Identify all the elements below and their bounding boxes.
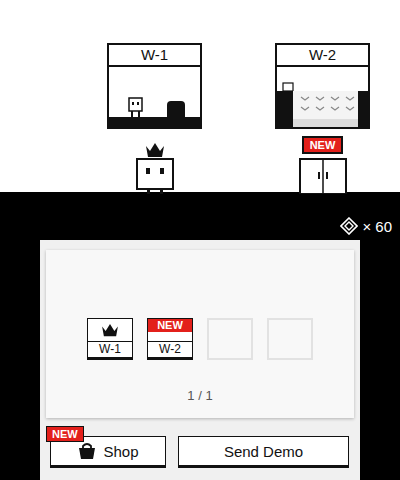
world-marker: NEW	[302, 136, 344, 158]
stage-preview-icon	[109, 67, 200, 127]
world-label: W-1	[109, 45, 200, 67]
world[interactable]: W-2 NEW	[275, 43, 370, 193]
new-badge: NEW	[148, 319, 192, 332]
currency-bar: × 60	[0, 192, 400, 240]
world-map: W-1 W-2 NEW	[0, 0, 400, 193]
world-slots: W-1 NEW W-2	[87, 318, 313, 360]
page-indicator: 1 / 1	[187, 388, 212, 403]
door-icon	[298, 158, 348, 194]
world-slot[interactable]: W-1	[87, 318, 133, 360]
world[interactable]: W-1	[107, 43, 202, 193]
send-demo-button[interactable]: Send Demo	[178, 436, 349, 468]
top-screen: W-1 W-2 NEW	[0, 0, 400, 192]
shopping-bag-icon	[77, 442, 97, 460]
stage-preview-icon	[277, 67, 368, 127]
empty-slot	[267, 318, 313, 360]
world-select-panel: W-1 NEW W-2 1 / 1	[46, 250, 354, 418]
slot-label: W-2	[148, 341, 192, 357]
new-badge: NEW	[302, 136, 344, 154]
world-preview[interactable]: W-1	[107, 43, 202, 129]
medal-icon	[340, 217, 358, 235]
empty-slot	[207, 318, 253, 360]
currency: × 60	[340, 217, 392, 235]
button-row: Shop NEW Send Demo	[46, 436, 354, 468]
world-marker	[145, 136, 165, 158]
bottom-screen: W-1 NEW W-2 1 / 1 Shop NEW Send Demo	[40, 240, 360, 480]
crown-icon	[145, 142, 165, 158]
boxboy-icon	[130, 158, 180, 194]
button-label: Send Demo	[224, 443, 303, 460]
world-preview[interactable]: W-2	[275, 43, 370, 129]
button-label: Shop	[103, 443, 138, 460]
game-screen: W-1 W-2 NEW × 60 W-1 NEW W-2 1 / 1 Shop …	[0, 0, 400, 480]
new-badge: NEW	[46, 426, 84, 442]
currency-count: × 60	[362, 218, 392, 235]
world-label: W-2	[277, 45, 368, 67]
world-figure	[298, 158, 348, 193]
lower-area: × 60 W-1 NEW W-2 1 / 1 Shop NEW Send Dem…	[0, 192, 400, 480]
world-figure	[130, 158, 180, 193]
world-slot[interactable]: NEW W-2	[147, 318, 193, 360]
crown-icon	[101, 323, 119, 337]
slot-label: W-1	[88, 341, 132, 357]
